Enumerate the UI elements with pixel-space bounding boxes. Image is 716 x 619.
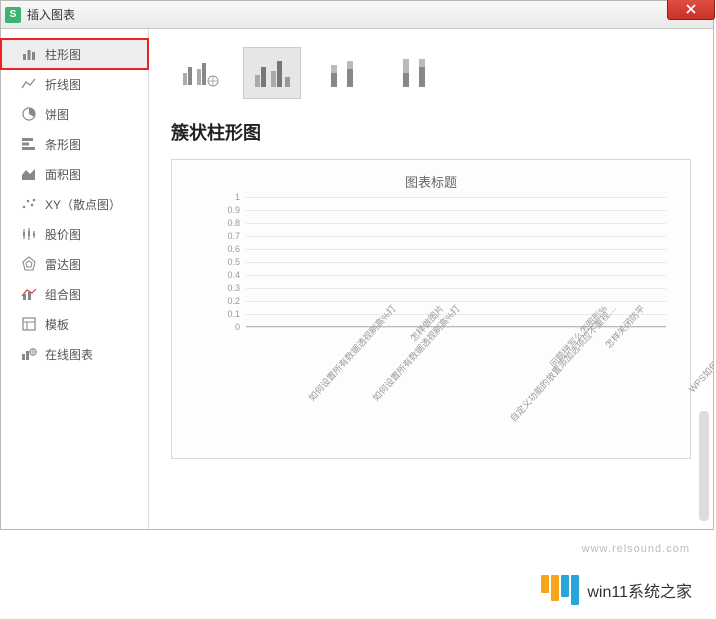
y-tick: 0.3 (227, 283, 240, 293)
watermark: www.relsound.com (582, 543, 690, 555)
app-icon: S (5, 7, 21, 23)
online-chart-icon (21, 346, 37, 362)
x-axis-labels: 如何设置所有数据透视刷高%打如何设置所有数据透视刷高%打怎样做图片自定义功能的放… (232, 302, 680, 442)
subtype-percent-stacked[interactable] (387, 47, 445, 99)
site-branding: win11系统之家 (541, 575, 692, 605)
sidebar-item-hbar[interactable]: 条形图 (1, 129, 148, 159)
y-tick: 0.6 (227, 244, 240, 254)
sidebar-item-label: 面积图 (45, 166, 81, 183)
subtype-clustered-3d[interactable] (171, 47, 229, 99)
sidebar-item-pie[interactable]: 饼图 (1, 99, 148, 129)
area-chart-icon (21, 166, 37, 182)
sidebar-item-bar[interactable]: 柱形图 (1, 39, 148, 69)
sidebar-item-label: 股价图 (45, 226, 81, 243)
window-title: 插入图表 (27, 6, 75, 23)
y-tick: 0.9 (227, 205, 240, 215)
sidebar-item-scatter[interactable]: XY（散点图） (1, 189, 148, 219)
chart-preview: 图表标题 00.10.20.30.40.50.60.70.80.91 如何设置所… (171, 159, 691, 459)
sidebar-item-label: 折线图 (45, 76, 81, 93)
x-tick-label: WPS如何打开wps文件格式? (686, 302, 713, 395)
close-button[interactable] (667, 0, 715, 20)
chart-preview-title: 图表标题 (186, 172, 676, 191)
sidebar-item-online[interactable]: 在线图表 (1, 339, 148, 369)
sidebar-item-label: 在线图表 (45, 346, 93, 363)
chart-type-sidebar: 柱形图 折线图 饼图 条形图 (1, 29, 149, 529)
sidebar-item-label: 模板 (45, 316, 69, 333)
sidebar-item-radar[interactable]: 雷达图 (1, 249, 148, 279)
brand-text: win11系统之家 (587, 578, 692, 602)
sidebar-item-combo[interactable]: 组合图 (1, 279, 148, 309)
x-tick-label: 问题拼写么怎图形% (546, 302, 609, 370)
main-panel: 簇状柱形图 图表标题 00.10.20.30.40.50.60.70.80.91… (149, 29, 713, 529)
bar-chart-icon (21, 46, 37, 62)
dialog-body: 柱形图 折线图 饼图 条形图 (1, 29, 713, 529)
sidebar-item-label: 柱形图 (45, 46, 81, 63)
y-tick: 0.4 (227, 270, 240, 280)
subtype-clustered[interactable] (243, 47, 301, 99)
radar-chart-icon (21, 256, 37, 272)
sidebar-item-label: 雷达图 (45, 256, 81, 273)
x-tick-label: 自定义功能的放置添加选项应不重视… (507, 302, 619, 424)
pie-chart-icon (21, 106, 37, 122)
subtype-stacked[interactable] (315, 47, 373, 99)
sidebar-item-area[interactable]: 面积图 (1, 159, 148, 189)
y-tick: 0.8 (227, 218, 240, 228)
sidebar-item-label: 组合图 (45, 286, 81, 303)
line-chart-icon (21, 76, 37, 92)
scrollbar-thumb[interactable] (699, 411, 709, 521)
stock-chart-icon (21, 226, 37, 242)
y-tick: 0.7 (227, 231, 240, 241)
sidebar-item-stock[interactable]: 股价图 (1, 219, 148, 249)
y-tick: 1 (235, 192, 240, 202)
sidebar-item-template[interactable]: 模板 (1, 309, 148, 339)
sidebar-item-label: 条形图 (45, 136, 81, 153)
titlebar: S 插入图表 (1, 1, 713, 29)
sidebar-item-line[interactable]: 折线图 (1, 69, 148, 99)
subtype-thumbnails (171, 47, 691, 99)
sidebar-item-label: 饼图 (45, 106, 69, 123)
subtype-title: 簇状柱形图 (171, 119, 691, 145)
insert-chart-dialog: S 插入图表 柱形图 折线图 (0, 0, 714, 530)
template-icon (21, 316, 37, 332)
sidebar-item-label: XY（散点图） (45, 196, 121, 213)
scatter-chart-icon (21, 196, 37, 212)
hbar-chart-icon (21, 136, 37, 152)
y-tick: 0.5 (227, 257, 240, 267)
combo-chart-icon (21, 286, 37, 302)
brand-logo-icon (541, 575, 579, 605)
